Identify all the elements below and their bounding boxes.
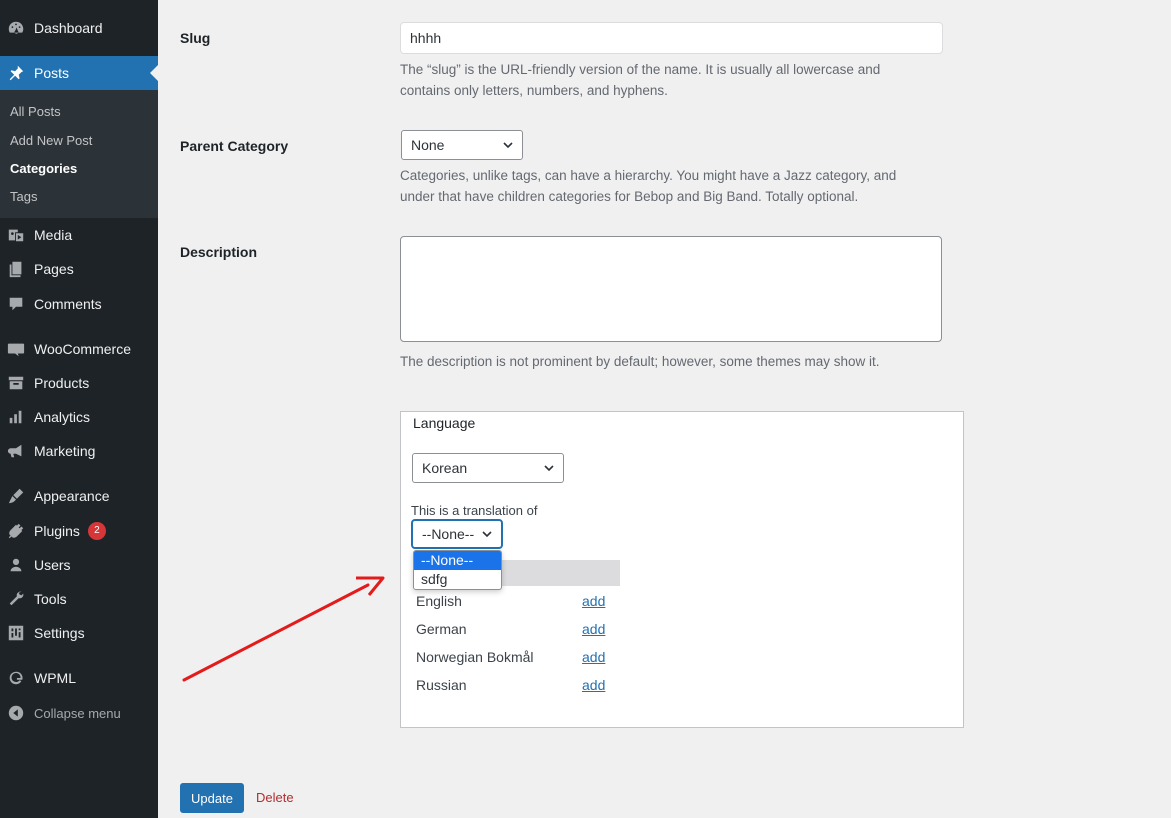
update-button[interactable]: Update xyxy=(180,783,244,813)
delete-link[interactable]: Delete xyxy=(256,790,294,805)
annotation-arrow xyxy=(182,576,385,682)
